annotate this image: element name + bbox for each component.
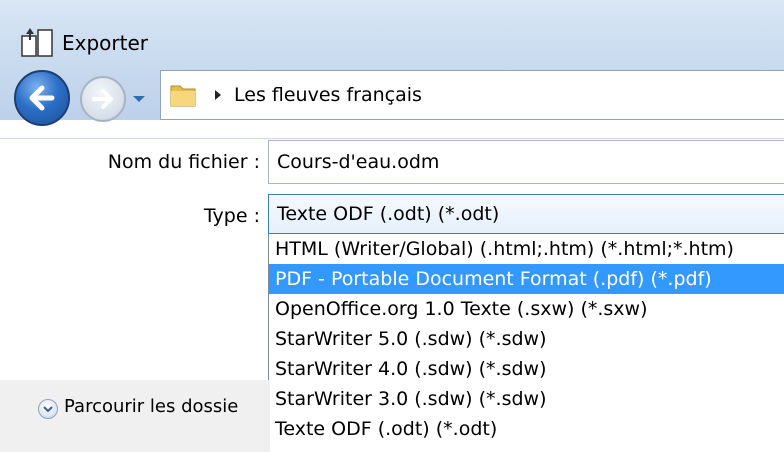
back-arrow-icon bbox=[29, 85, 55, 111]
chevron-down-circle-icon[interactable] bbox=[38, 399, 58, 419]
file-type-select[interactable]: Texte ODF (.odt) (*.odt) bbox=[268, 194, 784, 234]
dialog-title: Exporter bbox=[62, 31, 148, 55]
type-option-starwriter-3[interactable]: StarWriter 3.0 (.sdw) (*.sdw) bbox=[269, 384, 784, 414]
export-app-icon bbox=[21, 28, 53, 57]
back-button[interactable] bbox=[14, 70, 70, 126]
folder-icon bbox=[170, 85, 196, 107]
type-option-html[interactable]: HTML (Writer/Global) (.html;.htm) (*.htm… bbox=[269, 234, 784, 264]
browse-folders-toggle[interactable]: Parcourir les dossie bbox=[64, 396, 270, 417]
breadcrumb-location[interactable]: Les fleuves français bbox=[234, 84, 422, 106]
forward-arrow-icon bbox=[92, 89, 113, 109]
filename-label: Nom du fichier : bbox=[107, 151, 260, 173]
type-label: Type : bbox=[203, 205, 260, 227]
type-option-pdf[interactable]: PDF - Portable Document Format (.pdf) (*… bbox=[269, 264, 784, 294]
type-option-sxw[interactable]: OpenOffice.org 1.0 Texte (.sxw) (*.sxw) bbox=[269, 294, 784, 324]
forward-button[interactable] bbox=[80, 76, 126, 122]
type-option-odt[interactable]: Texte ODF (.odt) (*.odt) bbox=[269, 414, 784, 444]
triangle-right-icon[interactable] bbox=[212, 88, 224, 102]
divider bbox=[0, 138, 784, 139]
filename-field[interactable]: Cours-d'eau.odm bbox=[268, 140, 784, 184]
chevron-down-icon[interactable] bbox=[131, 92, 147, 106]
file-type-dropdown-list: HTML (Writer/Global) (.html;.htm) (*.htm… bbox=[268, 234, 784, 452]
type-option-starwriter-5[interactable]: StarWriter 5.0 (.sdw) (*.sdw) bbox=[269, 324, 784, 354]
type-option-starwriter-4[interactable]: StarWriter 4.0 (.sdw) (*.sdw) bbox=[269, 354, 784, 384]
chevron-down-icon bbox=[43, 406, 53, 413]
